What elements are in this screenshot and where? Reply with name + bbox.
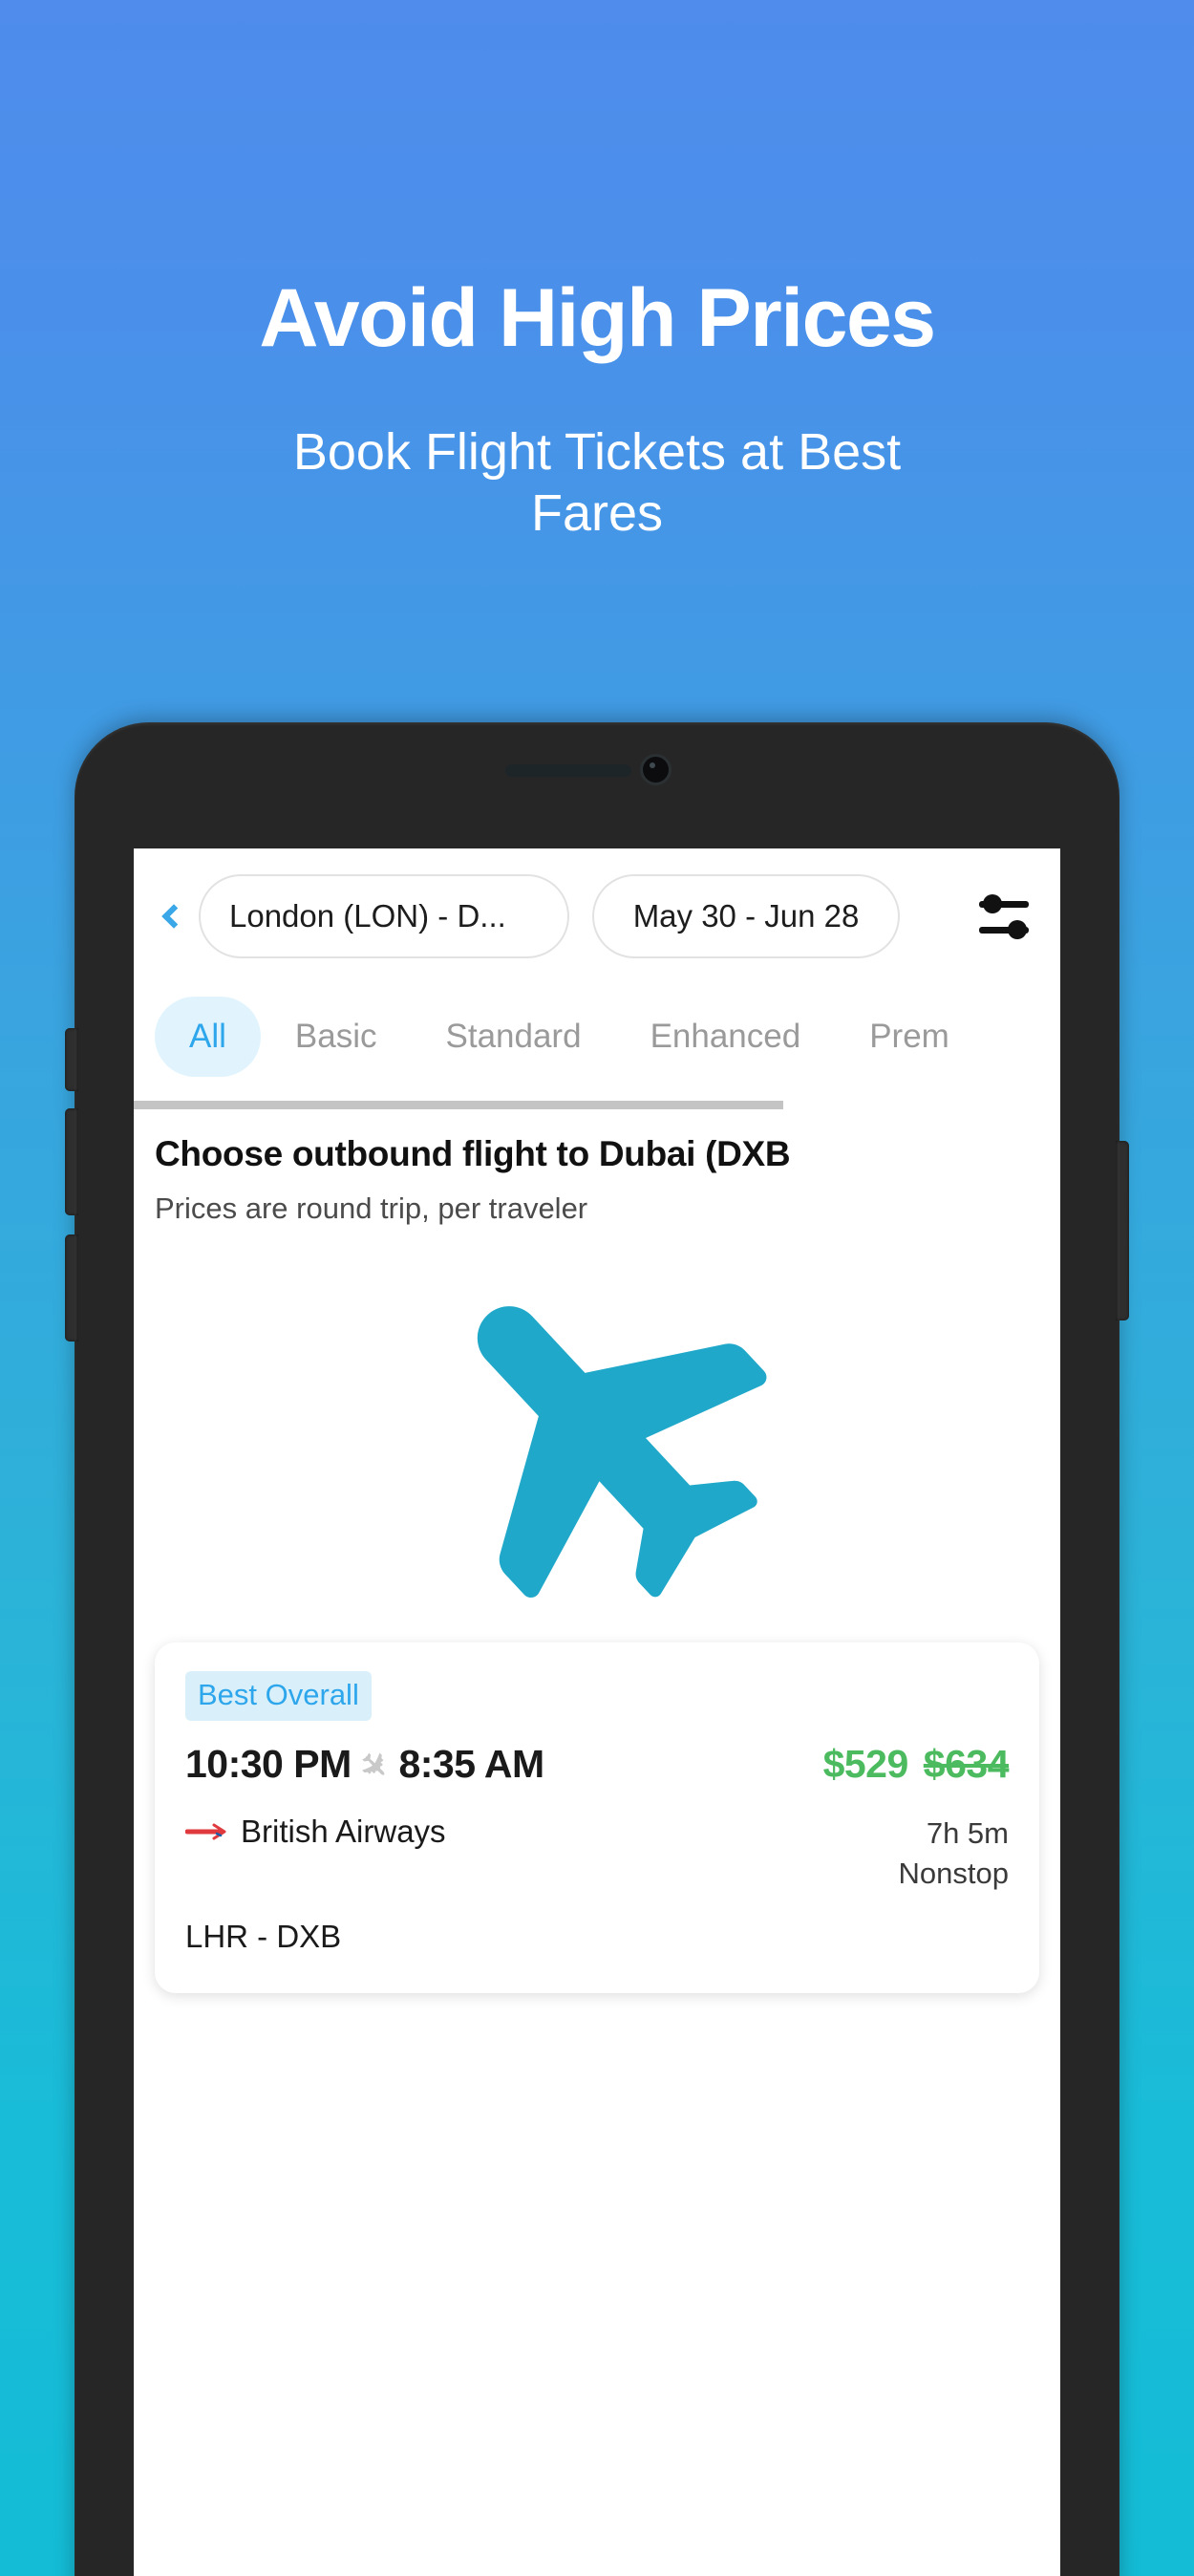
flight-duration: 7h 5m <box>926 1816 1009 1850</box>
fare-class-tabs[interactable]: All Basic Standard Enhanced Prem <box>134 984 1060 1089</box>
promo-subheadline: Book Flight Tickets at Best Fares <box>292 423 902 542</box>
tab-standard[interactable]: Standard <box>412 997 616 1077</box>
dates-chip[interactable]: May 30 - Jun 28 <box>592 874 900 958</box>
phone-mockup-frame: London (LON) - D... May 30 - Jun 28 All <box>65 722 1129 2576</box>
tab-all[interactable]: All <box>155 997 261 1077</box>
volume-up-button[interactable] <box>65 1028 78 1091</box>
volume-down-button[interactable] <box>65 1108 78 1215</box>
results-title: Choose outbound flight to Dubai (DXB <box>155 1134 791 1173</box>
flight-duration-block: 7h 5m Nonstop <box>899 1814 1009 1894</box>
tabs-scrollbar[interactable] <box>134 1101 783 1109</box>
filter-sliders-icon-row2 <box>979 919 1029 939</box>
tab-enhanced[interactable]: Enhanced <box>616 997 836 1077</box>
promo-headline: Avoid High Prices <box>259 272 936 364</box>
flight-route: LHR - DXB <box>185 1918 342 1954</box>
flight-prices: $529 $634 <box>822 1742 1010 1787</box>
best-overall-badge: Best Overall <box>185 1671 372 1721</box>
mute-switch-button[interactable] <box>65 1234 78 1342</box>
filter-knob-top <box>983 893 1002 913</box>
results-header: Choose outbound flight to Dubai (DXB Pri… <box>134 1109 1060 1226</box>
promo-screen: Avoid High Prices Book Flight Tickets at… <box>0 0 1194 2576</box>
phone-front-camera <box>643 757 669 783</box>
back-chevron-icon <box>161 904 186 929</box>
filter-button[interactable] <box>969 881 1039 952</box>
tab-basic[interactable]: Basic <box>261 997 412 1077</box>
flight-primary-row: 10:30 PM ✈ 8:35 AM $529 $634 <box>185 1742 1010 1790</box>
app-searchbar: London (LON) - D... May 30 - Jun 28 <box>134 848 1060 984</box>
flight-secondary-row: British Airways 7h 5m Nonstop <box>185 1814 1009 1894</box>
app-screen: London (LON) - D... May 30 - Jun 28 All <box>134 848 1060 2576</box>
flight-result-card[interactable]: Best Overall 10:30 PM ✈ 8:35 AM $529 $63… <box>155 1642 1039 1993</box>
promo-copy: Avoid High Prices Book Flight Tickets at… <box>0 0 1194 544</box>
flight-depart-time: 10:30 PM <box>185 1742 352 1786</box>
power-button[interactable] <box>1116 1141 1129 1320</box>
flight-times: 10:30 PM ✈ 8:35 AM <box>185 1742 544 1790</box>
tab-premium[interactable]: Prem <box>835 997 984 1077</box>
airplane-small-icon: ✈ <box>350 1741 398 1790</box>
flight-arrive-time: 8:35 AM <box>398 1742 544 1786</box>
filter-knob-bottom <box>1008 919 1027 939</box>
back-button[interactable] <box>145 904 197 929</box>
flight-price-original: $634 <box>923 1742 1010 1786</box>
flight-stops: Nonstop <box>898 1856 1009 1890</box>
airplane-icon <box>134 1232 1060 1633</box>
phone-speaker-grille <box>505 764 631 777</box>
flight-price-current: $529 <box>822 1742 909 1786</box>
route-chip[interactable]: London (LON) - D... <box>199 874 569 958</box>
flight-airline-name: British Airways <box>241 1814 446 1849</box>
flight-airline: British Airways <box>185 1814 446 1850</box>
results-subtitle: Prices are round trip, per traveler <box>155 1191 588 1225</box>
filter-sliders-icon <box>979 893 1029 913</box>
british-airways-logo-icon <box>185 1823 226 1840</box>
